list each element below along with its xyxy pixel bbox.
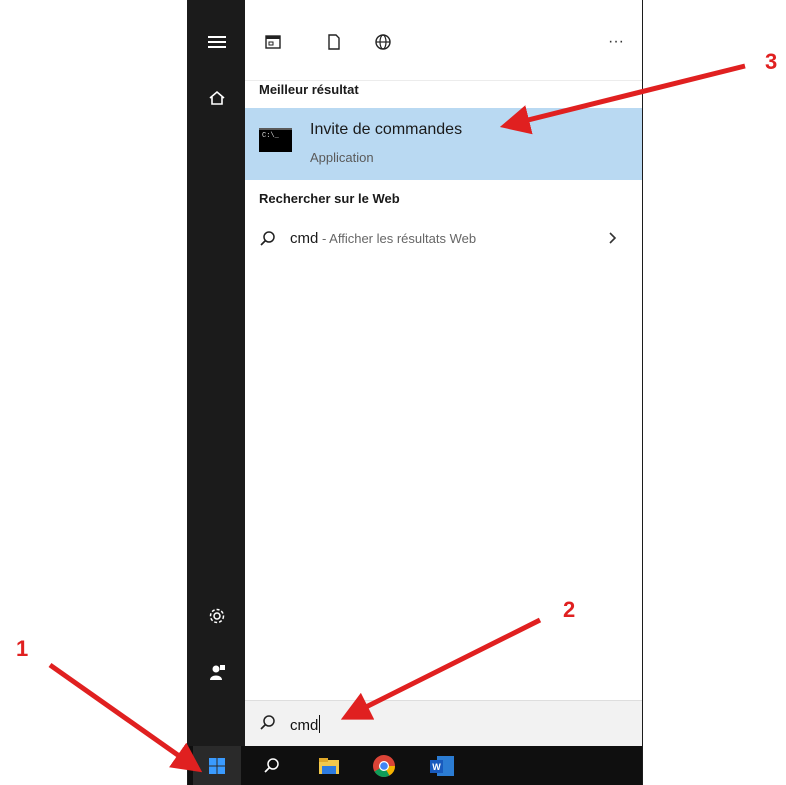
annotation-label-1: 1 (16, 636, 29, 661)
best-match-heading: Meilleur résultat (259, 82, 359, 97)
document-icon[interactable] (318, 28, 350, 56)
search-icon (259, 230, 277, 253)
annotation-label-2: 2 (563, 597, 576, 622)
file-explorer-icon (319, 757, 339, 774)
annotation-label-3: 3 (765, 49, 778, 74)
search-box-icon (259, 714, 277, 737)
chrome-button[interactable] (360, 746, 408, 785)
word-button[interactable]: W (418, 746, 466, 785)
word-icon: W (430, 755, 454, 776)
more-options-button[interactable]: ··· (600, 28, 632, 56)
start-rail (188, 0, 245, 746)
search-results-panel: ··· Meilleur résultat C:\_ Invite de com… (245, 0, 642, 746)
file-explorer-button[interactable] (305, 746, 353, 785)
windows-icon (209, 757, 225, 774)
command-prompt-icon: C:\_ (259, 128, 292, 152)
chrome-icon (373, 754, 395, 777)
taskbar-search-button[interactable] (248, 746, 296, 785)
search-icon (264, 757, 279, 773)
hamburger-icon[interactable] (188, 22, 245, 62)
text-caret (319, 715, 321, 733)
windows-start-button[interactable] (193, 746, 241, 785)
web-result-suffix: - Afficher les résultats Web (318, 231, 477, 246)
svg-text:W: W (432, 762, 441, 772)
user-icon[interactable] (188, 652, 245, 692)
settings-icon[interactable] (188, 596, 245, 636)
web-result-text: cmd - Afficher les résultats Web (290, 230, 476, 247)
taskbar: W (188, 746, 642, 785)
best-match-subtitle: Application (310, 150, 374, 165)
best-match-title: Invite de commandes (310, 121, 463, 138)
best-match-item[interactable]: C:\_ Invite de commandes Application (245, 108, 642, 180)
search-filter-bar: ··· (245, 0, 642, 81)
web-search-heading: Rechercher sur le Web (259, 191, 400, 206)
globe-icon[interactable] (367, 28, 399, 56)
search-box[interactable]: cmd (245, 700, 642, 746)
arrow-1 (48, 662, 203, 773)
search-input[interactable]: cmd (290, 715, 321, 734)
home-icon[interactable] (188, 78, 245, 118)
web-result-item[interactable]: cmd - Afficher les résultats Web (245, 222, 642, 258)
chevron-right-icon (607, 230, 617, 251)
search-input-value: cmd (290, 717, 319, 734)
web-query: cmd (290, 230, 319, 247)
apps-icon[interactable] (257, 28, 289, 56)
